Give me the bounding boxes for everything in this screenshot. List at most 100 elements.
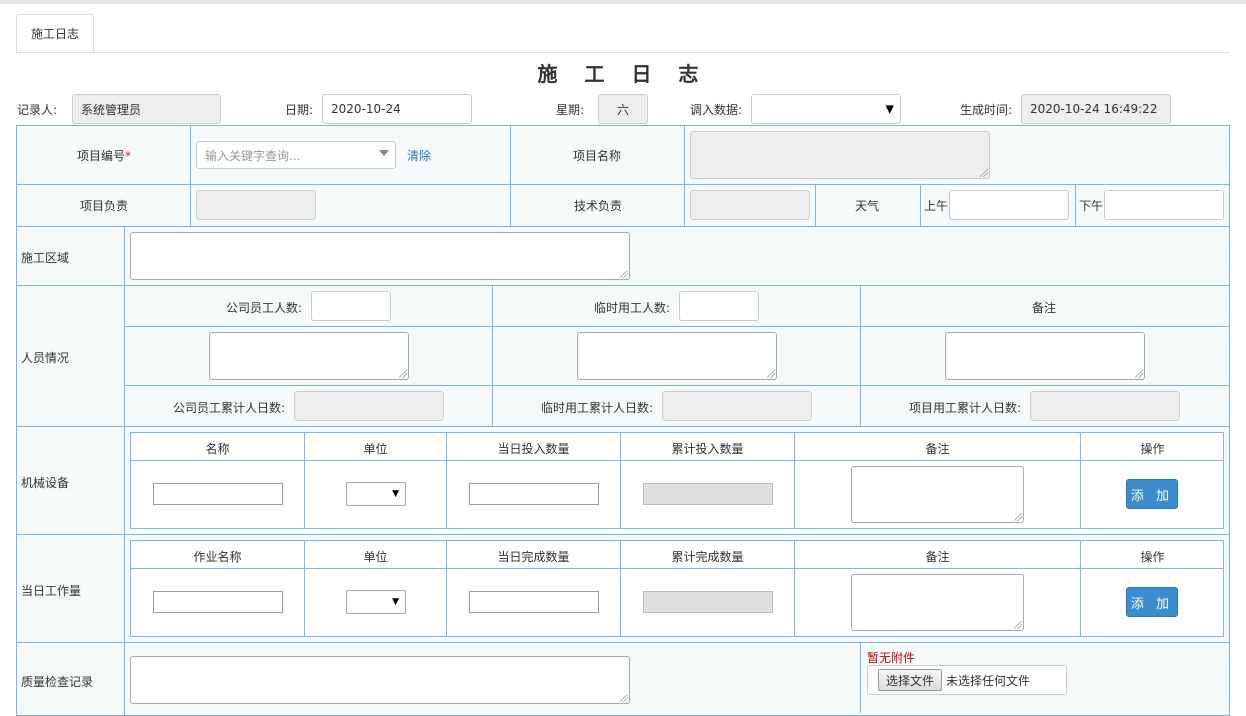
workload-col-task: 作业名称 <box>193 550 242 564</box>
temp-cumulative-field <box>662 391 812 421</box>
machinery-col-unit: 单位 <box>363 442 388 456</box>
company-cumulative-label: 公司员工累计人日数: <box>173 401 286 415</box>
machinery-col-name: 名称 <box>205 442 230 456</box>
temp-workers-input[interactable] <box>679 291 759 321</box>
weather-am-label: 上午 <box>924 199 949 213</box>
weather-pm-label: 下午 <box>1079 199 1104 213</box>
resize-grip-icon <box>1014 621 1022 629</box>
workload-unit-select[interactable]: ▼ <box>346 590 406 614</box>
col-divider <box>510 125 511 227</box>
clear-link[interactable]: 清除 <box>407 147 431 164</box>
workload-col-action: 操作 <box>1140 550 1165 564</box>
machinery-col-action: 操作 <box>1140 442 1165 456</box>
top-bar <box>0 0 1246 4</box>
company-workers-input[interactable] <box>311 291 391 321</box>
machinery-col-daily: 当日投入数量 <box>497 442 570 456</box>
company-workers-label: 公司员工人数: <box>226 301 303 315</box>
row-divider <box>124 385 1230 386</box>
chevron-down-icon <box>379 150 389 156</box>
machinery-cumulative-field <box>643 483 773 505</box>
row-divider <box>16 184 1230 185</box>
machinery-col-remarks: 备注 <box>925 442 950 456</box>
company-workers-textarea[interactable] <box>209 332 409 380</box>
resize-grip-icon <box>767 370 775 378</box>
resize-grip-icon <box>620 270 628 278</box>
date-field[interactable]: 2020-10-24 <box>322 94 472 124</box>
col-divider <box>492 286 493 426</box>
no-attachment-text: 暂无附件 <box>867 651 916 665</box>
personnel-label: 人员情况 <box>21 351 70 365</box>
file-picker[interactable]: 选择文件 未选择任何文件 <box>867 665 1067 695</box>
workload-task-input[interactable] <box>153 591 283 613</box>
temp-workers-textarea[interactable] <box>577 332 777 380</box>
weather-pm-input[interactable] <box>1104 190 1224 220</box>
no-file-selected-text: 未选择任何文件 <box>946 673 1031 688</box>
workload-label: 当日工作量 <box>21 584 82 598</box>
workload-col-unit: 单位 <box>363 550 388 564</box>
row-divider <box>16 426 1230 427</box>
machinery-remarks-textarea[interactable] <box>851 466 1024 523</box>
col-divider <box>1075 185 1076 227</box>
construction-area-label: 施工区域 <box>21 251 70 265</box>
recorder-label: 记录人: <box>17 103 58 117</box>
weekday-field: 六 <box>598 94 648 124</box>
date-label: 日期: <box>285 103 314 117</box>
tab-strip-line <box>16 52 1230 53</box>
col-divider <box>684 125 685 227</box>
quality-check-label: 质量检查记录 <box>21 675 94 689</box>
company-cumulative-field <box>294 391 444 421</box>
resize-grip-icon <box>620 694 628 702</box>
project-code-placeholder: 输入关键字查询... <box>205 148 301 163</box>
project-code-combobox[interactable]: 输入关键字查询... <box>196 141 396 169</box>
import-data-label: 调入数据: <box>690 103 743 117</box>
tab-construction-log[interactable]: 施工日志 <box>16 14 94 52</box>
col-divider <box>190 125 191 227</box>
workload-col-daily: 当日完成数量 <box>497 550 570 564</box>
workload-daily-input[interactable] <box>469 591 599 613</box>
construction-area-textarea[interactable] <box>130 232 630 280</box>
row-divider <box>16 534 1230 535</box>
weather-label: 天气 <box>855 199 880 213</box>
col-divider <box>815 185 816 227</box>
machinery-label: 机械设备 <box>21 476 70 490</box>
weather-am-input[interactable] <box>949 190 1069 220</box>
personnel-remarks-textarea[interactable] <box>945 332 1145 380</box>
project-code-label: 项目编号* <box>77 149 132 163</box>
workload-add-button[interactable]: 添 加 <box>1126 587 1178 617</box>
project-manager-field <box>196 190 316 220</box>
row-divider <box>130 568 1224 569</box>
generated-time-label: 生成时间: <box>960 103 1013 117</box>
row-divider <box>130 460 1224 461</box>
machinery-unit-select[interactable]: ▼ <box>346 482 406 506</box>
project-manager-label: 项目负责 <box>80 199 129 213</box>
workload-col-cumulative: 累计完成数量 <box>671 550 744 564</box>
temp-cumulative-label: 临时用工累计人日数: <box>541 401 654 415</box>
import-data-select[interactable]: ▼ <box>751 94 901 124</box>
machinery-add-button[interactable]: 添 加 <box>1126 479 1178 509</box>
row-divider <box>16 285 1230 286</box>
quality-check-textarea[interactable] <box>130 656 630 704</box>
machinery-col-cumulative: 累计投入数量 <box>671 442 744 456</box>
row-divider <box>16 642 1230 643</box>
choose-file-button[interactable]: 选择文件 <box>878 669 942 691</box>
col-divider <box>920 185 921 227</box>
workload-cumulative-field <box>643 591 773 613</box>
row-divider <box>124 326 1230 327</box>
col-divider <box>860 643 861 713</box>
resize-grip-icon <box>1135 370 1143 378</box>
personnel-remarks-label: 备注 <box>1032 301 1057 315</box>
chevron-down-icon: ▼ <box>392 489 399 499</box>
resize-grip-icon <box>980 169 988 177</box>
generated-time-field: 2020-10-24 16:49:22 <box>1021 94 1171 124</box>
project-name-textarea <box>690 131 990 179</box>
weekday-label: 星期: <box>556 103 585 117</box>
chevron-down-icon: ▼ <box>392 597 399 607</box>
machinery-name-input[interactable] <box>153 483 283 505</box>
workload-remarks-textarea[interactable] <box>851 574 1024 631</box>
temp-workers-label: 临时用工人数: <box>594 301 671 315</box>
machinery-daily-input[interactable] <box>469 483 599 505</box>
project-cumulative-label: 项目用工累计人日数: <box>909 401 1022 415</box>
tech-manager-field <box>690 190 810 220</box>
resize-grip-icon <box>399 370 407 378</box>
project-name-label: 项目名称 <box>573 149 622 163</box>
